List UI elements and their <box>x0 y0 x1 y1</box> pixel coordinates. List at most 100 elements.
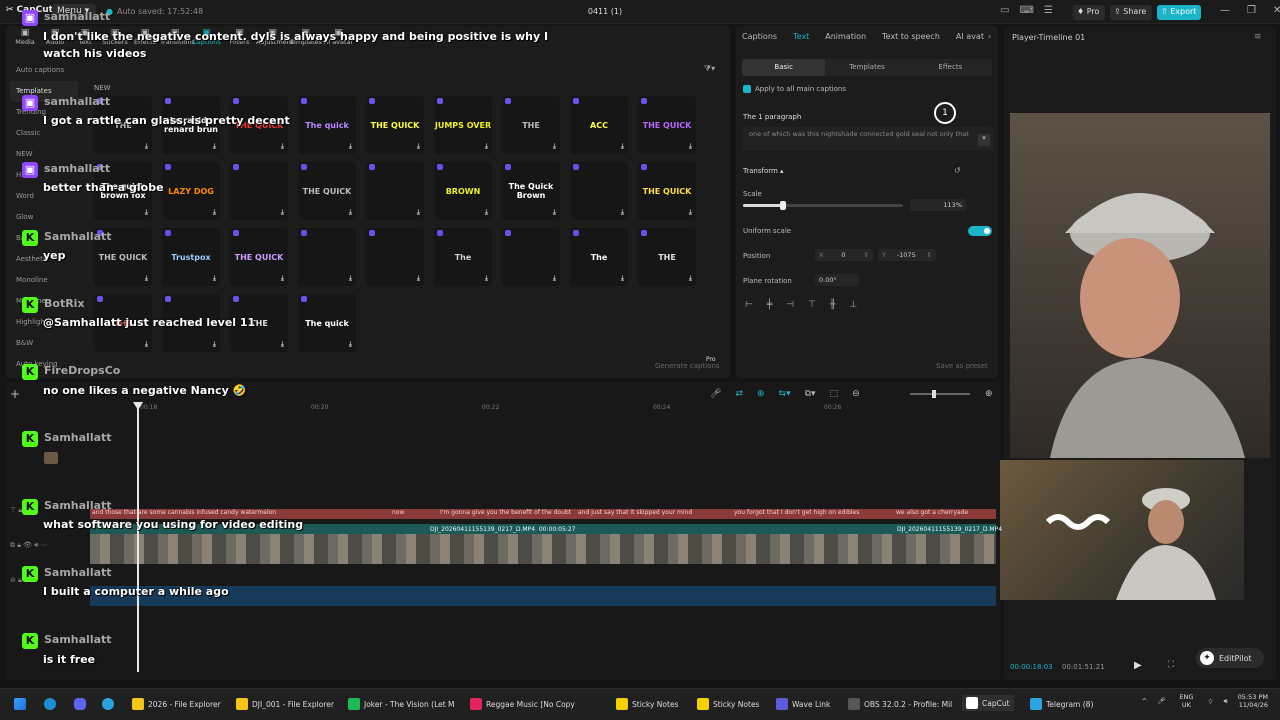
position-y-input[interactable]: Y -1075 ⇕ <box>878 249 936 261</box>
stepper-icon[interactable]: ⇕ <box>864 251 869 259</box>
align-vcenter-icon[interactable]: ╫ <box>830 300 835 310</box>
checkbox-checked-icon[interactable] <box>743 85 751 93</box>
expand-icon[interactable]: ▾ <box>978 134 990 146</box>
magnet-icon[interactable]: ⊕ <box>757 389 765 399</box>
pro-button[interactable]: ♦ Pro <box>1073 5 1105 20</box>
reset-icon[interactable]: ↺ <box>954 166 961 175</box>
volume-icon[interactable]: 🔊︎ <box>1224 697 1228 706</box>
editpilot-icon: ✦ <box>1200 651 1214 665</box>
caption-template-tile[interactable]: THE ⤓ <box>638 228 696 286</box>
mic-icon[interactable]: 🎤︎ <box>710 389 721 399</box>
taskbar-app[interactable]: Joker - The Vision (Let M <box>348 698 455 710</box>
inspector-tab[interactable]: AI avat <box>956 32 984 41</box>
timeline-controls: 🎤︎ ⇄ ⊕ ⇆▾ ⧉▾ ⬚ ⊖ <box>710 389 860 399</box>
start-icon[interactable] <box>14 698 26 710</box>
download-icon[interactable]: ⤓ <box>689 142 692 151</box>
language-indicator[interactable]: ENG UK <box>1175 693 1197 709</box>
position-x-input[interactable]: X 0 ⇕ <box>815 249 873 261</box>
play-icon[interactable]: ▶ <box>1134 660 1142 671</box>
taskbar-app[interactable]: 2026 - File Explorer <box>132 698 221 710</box>
save-preset-button[interactable]: Save as preset <box>936 362 988 370</box>
maximize-icon[interactable]: ❐ <box>1247 5 1256 16</box>
taskbar-app-label: Reggae Music [No Copy <box>486 699 575 709</box>
pro-tag: Pro <box>706 356 716 363</box>
align-hcenter-icon[interactable]: ╪ <box>767 300 772 310</box>
edge-icon[interactable] <box>44 698 56 710</box>
capcut-icon <box>966 697 978 709</box>
inspector-subtab[interactable]: Basic <box>742 59 826 76</box>
align-bottom-icon[interactable]: ⊥ <box>849 300 857 310</box>
scale-slider-handle[interactable] <box>780 201 786 210</box>
mic-tray-icon[interactable]: 🎤︎ <box>1157 697 1165 705</box>
tile-text: THE <box>658 252 676 262</box>
webcam-preview[interactable] <box>996 460 1244 600</box>
uniform-scale-toggle[interactable] <box>968 226 992 236</box>
fullscreen-icon[interactable]: ⛶ <box>1168 660 1174 670</box>
inspector-tab[interactable]: Text <box>793 32 809 41</box>
wifi-icon[interactable]: ⌔ <box>1207 697 1213 706</box>
inspector-subtab[interactable]: Effects <box>909 59 992 76</box>
taskbar: 2026 - File Explorer DJI_001 - File Explo… <box>0 688 1280 720</box>
editpilot-button[interactable]: ✦ EditPilot <box>1196 648 1264 668</box>
close-icon[interactable]: ✕ <box>1273 5 1280 16</box>
tray-chevron-icon[interactable]: ^ <box>1142 697 1147 705</box>
folder-icon <box>236 698 248 710</box>
taskbar-app-label: CapCut <box>982 698 1010 708</box>
taskbar-app[interactable]: Reggae Music [No Copy <box>470 698 575 710</box>
taskbar-app[interactable]: Telegram (8) <box>1030 698 1093 710</box>
export-button[interactable]: ⇧ Export <box>1157 5 1201 20</box>
inspector-tab[interactable]: Captions <box>742 32 777 41</box>
rotation-input[interactable]: 0.00° <box>815 274 859 286</box>
caption-segment[interactable]: we also got a cherryade <box>896 509 968 516</box>
minimize-icon[interactable]: — <box>1220 5 1230 16</box>
video-preview[interactable] <box>1010 113 1270 458</box>
shortcuts-icon[interactable]: ⌨ <box>1019 5 1033 16</box>
taskbar-app[interactable]: CapCut <box>962 695 1014 711</box>
taskbar-app-label: Wave Link <box>792 699 831 709</box>
zoom-out-icon[interactable]: ⊖ <box>852 389 860 399</box>
stepper-icon[interactable]: ⇕ <box>927 251 932 259</box>
taskbar-app[interactable]: OBS 32.0.2 - Profile: Mil <box>848 698 952 710</box>
player-menu-icon[interactable]: ≡ <box>1254 32 1262 42</box>
inspector-tab[interactable]: Text to speech <box>882 32 940 41</box>
caption-template-tile[interactable]: THE QUICK ⤓ <box>638 162 696 220</box>
align-right-icon[interactable]: ⊣ <box>786 300 794 310</box>
caption-template-tile[interactable]: THE QUICK ⤓ <box>638 96 696 154</box>
transform-section[interactable]: Transform ▴ <box>743 167 784 175</box>
download-icon[interactable]: ⤓ <box>689 208 692 217</box>
zoom-in-icon[interactable]: ⊕ <box>985 389 993 399</box>
snap-icon[interactable]: ⇆▾ <box>779 389 791 399</box>
chat-username: Samhallatt <box>44 566 112 579</box>
filter-icon[interactable]: ⧩▾ <box>704 64 715 74</box>
taskbar-app[interactable]: Sticky Notes <box>697 698 759 710</box>
tabs-next-icon[interactable]: › <box>988 32 991 41</box>
paragraph-text-field[interactable]: one of which was this nightshade connect… <box>743 127 993 151</box>
apply-all-row[interactable]: Apply to all main captions <box>743 85 846 93</box>
taskbar-app[interactable]: Sticky Notes <box>616 698 678 710</box>
taskbar-app[interactable]: Wave Link <box>776 698 830 710</box>
discord-icon[interactable] <box>74 698 86 710</box>
caption-segment[interactable]: you forgot that I don't get high on edib… <box>734 509 859 516</box>
layout-icon[interactable]: ▭ <box>1000 5 1009 16</box>
link-icon[interactable]: ⇄ <box>735 389 743 399</box>
align-top-icon[interactable]: ⊤ <box>808 300 816 310</box>
generate-captions-button[interactable]: Generate captions <box>655 362 720 370</box>
align-left-icon[interactable]: ⊢ <box>745 300 753 310</box>
chat-message: watch his videos <box>43 47 147 60</box>
streamer-figure <box>1050 193 1245 458</box>
taskbar-app[interactable]: DJI_001 - File Explorer <box>236 698 334 710</box>
scale-input[interactable]: 113% <box>910 199 966 211</box>
zoom-slider[interactable] <box>910 393 970 395</box>
inspector-subtab[interactable]: Templates <box>825 59 908 76</box>
kick-badge-icon: K <box>22 566 38 582</box>
inspector-tab[interactable]: Animation <box>825 32 866 41</box>
settings-icon[interactable]: ☰ <box>1044 5 1053 16</box>
download-icon[interactable]: ⤓ <box>689 274 692 283</box>
clock[interactable]: 05:53 PM 11/04/26 <box>1238 693 1268 709</box>
preview-axis-icon[interactable]: ⧉▾ <box>805 389 816 399</box>
fit-icon[interactable]: ⬚ <box>830 389 839 399</box>
telegram-icon[interactable] <box>102 698 114 710</box>
share-button[interactable]: ⇪ Share <box>1110 5 1152 20</box>
inspector-subtabs: Basic Templates Effects <box>742 59 992 76</box>
zoom-slider-handle[interactable] <box>932 390 936 398</box>
